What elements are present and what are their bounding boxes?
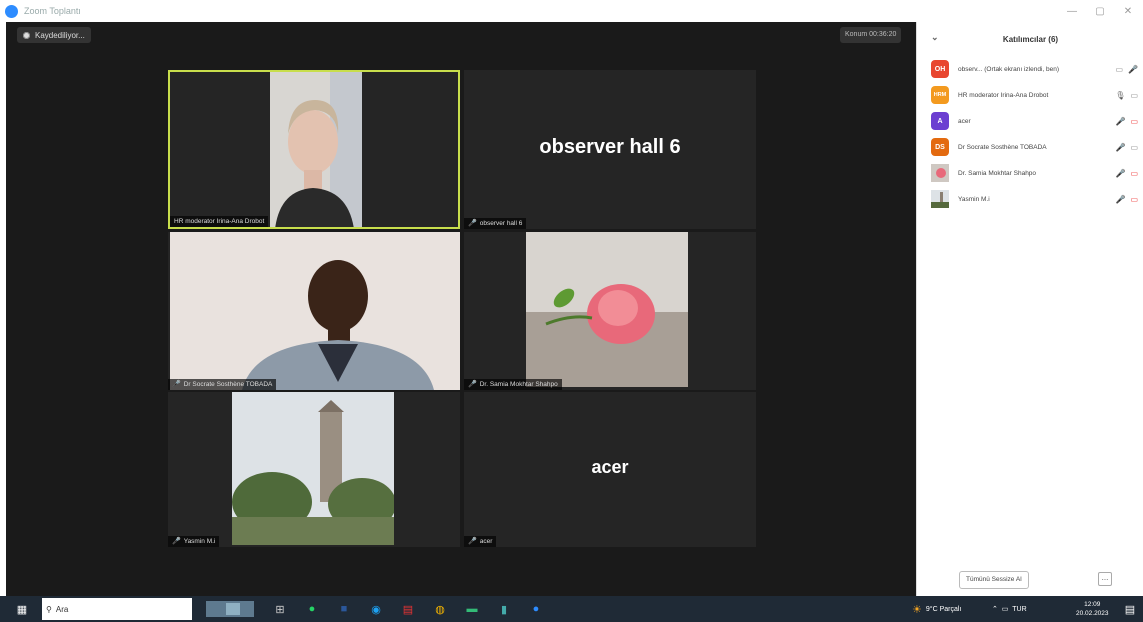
camera-off-icon[interactable]: ▭ [1130, 169, 1138, 178]
system-tray-icons[interactable]: ⌃ ▭ TUR [992, 596, 1027, 622]
mic-muted-icon: 🎤 [172, 538, 181, 545]
maximize-button[interactable]: ▢ [1086, 0, 1114, 22]
rose-thumbnail-icon [931, 164, 949, 182]
mic-muted-icon: 🎤 [468, 381, 477, 388]
video-tile[interactable]: observer hall 6 🎤 observer hall 6 [464, 70, 756, 229]
tile-name-label: 🎤 Dr. Samia Mokhtar Shahpo [464, 379, 562, 390]
participant-name-large: observer hall 6 [539, 136, 681, 158]
participant-row[interactable]: A acer 🎤 ▭ [917, 108, 1143, 134]
window-title: Zoom Toplantı [24, 6, 81, 16]
avatar: DS [931, 138, 949, 156]
avatar [931, 164, 949, 182]
tile-name-label: 🎤 Yasmin M.i [168, 536, 220, 547]
video-tile[interactable]: 🎤 Dr. Samia Mokhtar Shahpo [464, 232, 756, 390]
close-button[interactable]: ✕ [1114, 0, 1142, 22]
participant-video [170, 232, 460, 390]
camera-off-icon[interactable]: ▭ [1130, 117, 1138, 126]
taskbar-search[interactable]: ⚲ Ara [42, 598, 192, 620]
task-view-icon[interactable]: ⊞ [272, 601, 288, 617]
pdf-icon[interactable]: ▤ [400, 601, 416, 617]
share-icon: ▭ [1115, 64, 1124, 74]
mic-muted-icon[interactable]: 🎤 [1115, 169, 1125, 178]
folder-icon[interactable]: ▬ [464, 601, 480, 617]
camera-off-icon[interactable]: ▭ [1130, 195, 1138, 204]
participant-row[interactable]: DS Dr Socrate Sosthène TOBADA 🎤 ▭ [917, 134, 1143, 160]
title-bar: Zoom Toplantı — ▢ ✕ [0, 0, 1143, 22]
mic-muted-icon[interactable]: 🎤 [1115, 117, 1125, 126]
panel-header: ⌄ Katılımcılar (6) [917, 22, 1143, 56]
chrome-icon[interactable]: ◍ [432, 601, 448, 617]
participant-row[interactable]: OH observ... (Ortak ekranı izlendi, ben)… [917, 56, 1143, 82]
mute-all-button[interactable]: Tümünü Sessize Al [959, 571, 1029, 589]
tile-name-label: 🎤 acer [464, 536, 497, 547]
avatar: HRM [931, 86, 949, 104]
camera-icon[interactable]: ▭ [1130, 143, 1138, 152]
participant-row[interactable]: Dr. Samia Mokhtar Shahpo 🎤 ▭ [917, 160, 1143, 186]
whatsapp-icon[interactable]: ● [304, 601, 320, 617]
mic-icon[interactable]: 🎙 [1115, 91, 1125, 100]
zoom-taskbar-icon[interactable]: ● [528, 601, 544, 617]
participant-name: observ... (Ortak ekranı izlendi, ben) [958, 65, 1060, 73]
zoom-logo-icon [5, 4, 18, 18]
meeting-stage: Kaydediliyor... Konum 00:36:20 HR modera… [6, 22, 916, 596]
browser-icon[interactable]: ◉ [368, 601, 384, 617]
participant-name-large: acer [591, 457, 629, 477]
participant-video [270, 72, 362, 227]
avatar [931, 190, 949, 208]
clock[interactable]: 12:09 20.02.2023 [1076, 596, 1109, 622]
video-tile[interactable]: 🎤 Dr Socrate Sosthène TOBADA [168, 232, 460, 390]
participant-name: Dr Socrate Sosthène TOBADA [958, 143, 1047, 151]
video-tile[interactable]: HR moderator Irina-Ana Drobot [168, 70, 460, 229]
app-icon[interactable]: ▮ [496, 601, 512, 617]
time-label: 12:09 [1084, 601, 1101, 608]
mic-muted-icon: 🎤 [468, 220, 477, 227]
mic-muted-icon[interactable]: 🎤 [1115, 143, 1125, 152]
record-icon [23, 31, 30, 39]
notification-icon[interactable]: ▤ [1122, 601, 1138, 617]
date-label: 20.02.2023 [1076, 610, 1109, 617]
windows-taskbar: ▦ ⚲ Ara ⊞ ● ■ ◉ ▤ ◍ ▬ ▮ ● ☀ 9°C Parçalı … [0, 596, 1143, 622]
weather-label: 9°C Parçalı [925, 605, 962, 613]
mic-muted-icon[interactable]: 🎤 [1128, 65, 1138, 74]
recording-label: Kaydediliyor... [35, 30, 85, 40]
sun-cloud-icon: ☀ [912, 603, 922, 616]
video-tile[interactable]: 🎤 Yasmin M.i [168, 392, 460, 547]
mic-muted-icon: 🎤 [468, 538, 477, 545]
view-button[interactable]: Konum 00:36:20 [840, 27, 902, 43]
participant-name: HR moderator Irina-Ana Drobot [958, 91, 1049, 99]
windows-start-icon[interactable]: ▦ [14, 601, 30, 617]
language-label: TUR [1012, 605, 1027, 613]
search-icon: ⚲ [46, 604, 52, 614]
camera-icon[interactable]: ▭ [1130, 91, 1138, 100]
mic-muted-icon[interactable]: 🎤 [1115, 195, 1125, 204]
keyboard-icon: ▭ [1001, 606, 1009, 613]
more-options-button[interactable]: ... [1098, 572, 1112, 586]
tile-name-label: HR moderator Irina-Ana Drobot [170, 216, 269, 227]
participant-name: acer [958, 117, 971, 125]
minimize-button[interactable]: — [1058, 0, 1086, 22]
participant-picture [526, 232, 688, 387]
chevron-down-icon[interactable]: ⌄ [931, 32, 939, 43]
participant-row[interactable]: Yasmin M.i 🎤 ▭ [917, 186, 1143, 212]
participants-panel: ⌄ Katılımcılar (6) OH observ... (Ortak e… [916, 22, 1143, 596]
avatar: A [931, 112, 949, 130]
weather-tray[interactable]: ☀ 9°C Parçalı [912, 596, 961, 622]
weather-widget-icon[interactable] [206, 601, 254, 617]
chevron-up-icon: ⌃ [992, 606, 998, 613]
participant-row[interactable]: HRM HR moderator Irina-Ana Drobot 🎙 ▭ [917, 82, 1143, 108]
video-tile[interactable]: acer 🎤 acer [464, 392, 756, 547]
word-icon[interactable]: ■ [336, 601, 352, 617]
tile-name-label: 🎤 observer hall 6 [464, 218, 527, 229]
participant-picture [232, 392, 394, 545]
search-placeholder: Ara [55, 604, 69, 614]
participant-name: Yasmin M.i [958, 195, 990, 203]
mic-muted-icon: 🎤 [172, 381, 181, 388]
avatar: OH [931, 60, 949, 78]
participant-name: Dr. Samia Mokhtar Shahpo [958, 169, 1037, 177]
tower-thumbnail-icon [931, 190, 949, 208]
recording-indicator[interactable]: Kaydediliyor... [17, 27, 91, 43]
panel-title: Katılımcılar (6) [1002, 34, 1059, 44]
tile-name-label: 🎤 Dr Socrate Sosthène TOBADA [168, 379, 277, 390]
